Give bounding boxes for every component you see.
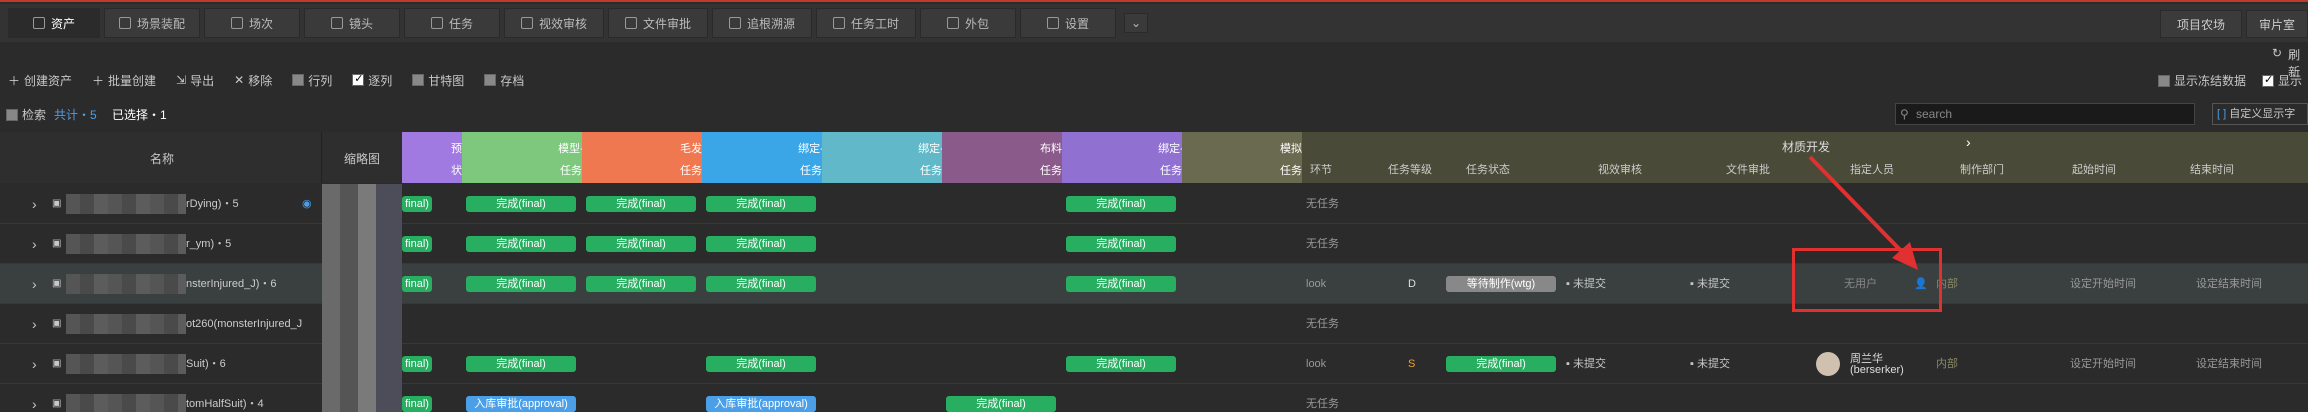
annotation-arrow — [1808, 155, 1918, 270]
